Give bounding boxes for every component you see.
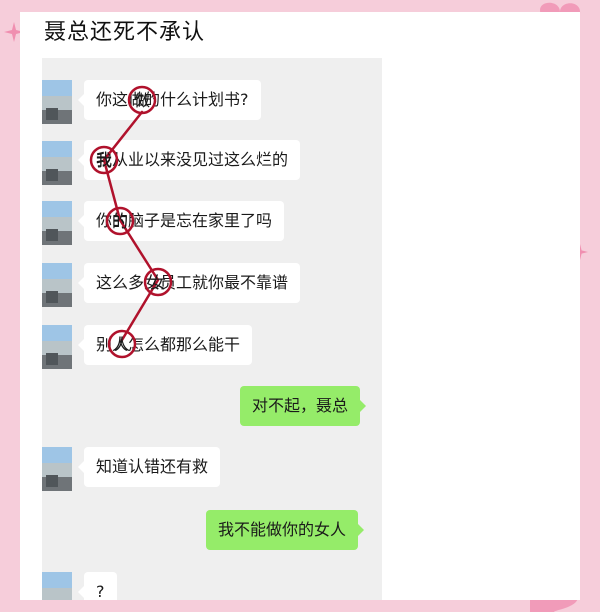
message-bubble-incoming[interactable]: 我从业以来没见过这么烂的 [77,140,301,180]
message-bubble-incoming[interactable]: 知道认错还有救 [77,447,221,487]
avatar[interactable] [42,325,72,369]
message-bubble-incoming[interactable]: 你这做的什么计划书? [78,80,261,120]
avatar[interactable] [42,80,72,124]
message-bubble-outgoing[interactable]: 我不能做你的女人 [206,510,365,550]
avatar[interactable] [42,141,72,185]
message-bubble-incoming[interactable]: 你的脑子是忘在家里了吗 [77,201,285,241]
message-bubble-incoming[interactable]: 这么多女员工就你最不靠谱 [77,263,301,303]
chat-window[interactable]: 你这做的什么计划书? 我从业以来没见过这么烂的 你的脑子是忘在家里了吗 这么多女… [42,58,382,600]
page-title: 聂总还死不承认 [44,20,206,45]
avatar[interactable] [42,263,72,307]
message-bubble-outgoing[interactable]: 对不起，聂总 [240,386,367,426]
avatar[interactable] [42,447,72,491]
message-bubble-incoming[interactable]: 别人怎么都那么能干 [77,325,253,365]
avatar[interactable] [42,572,72,600]
message-bubble-incoming[interactable]: ? [78,572,117,600]
avatar[interactable] [42,201,72,245]
